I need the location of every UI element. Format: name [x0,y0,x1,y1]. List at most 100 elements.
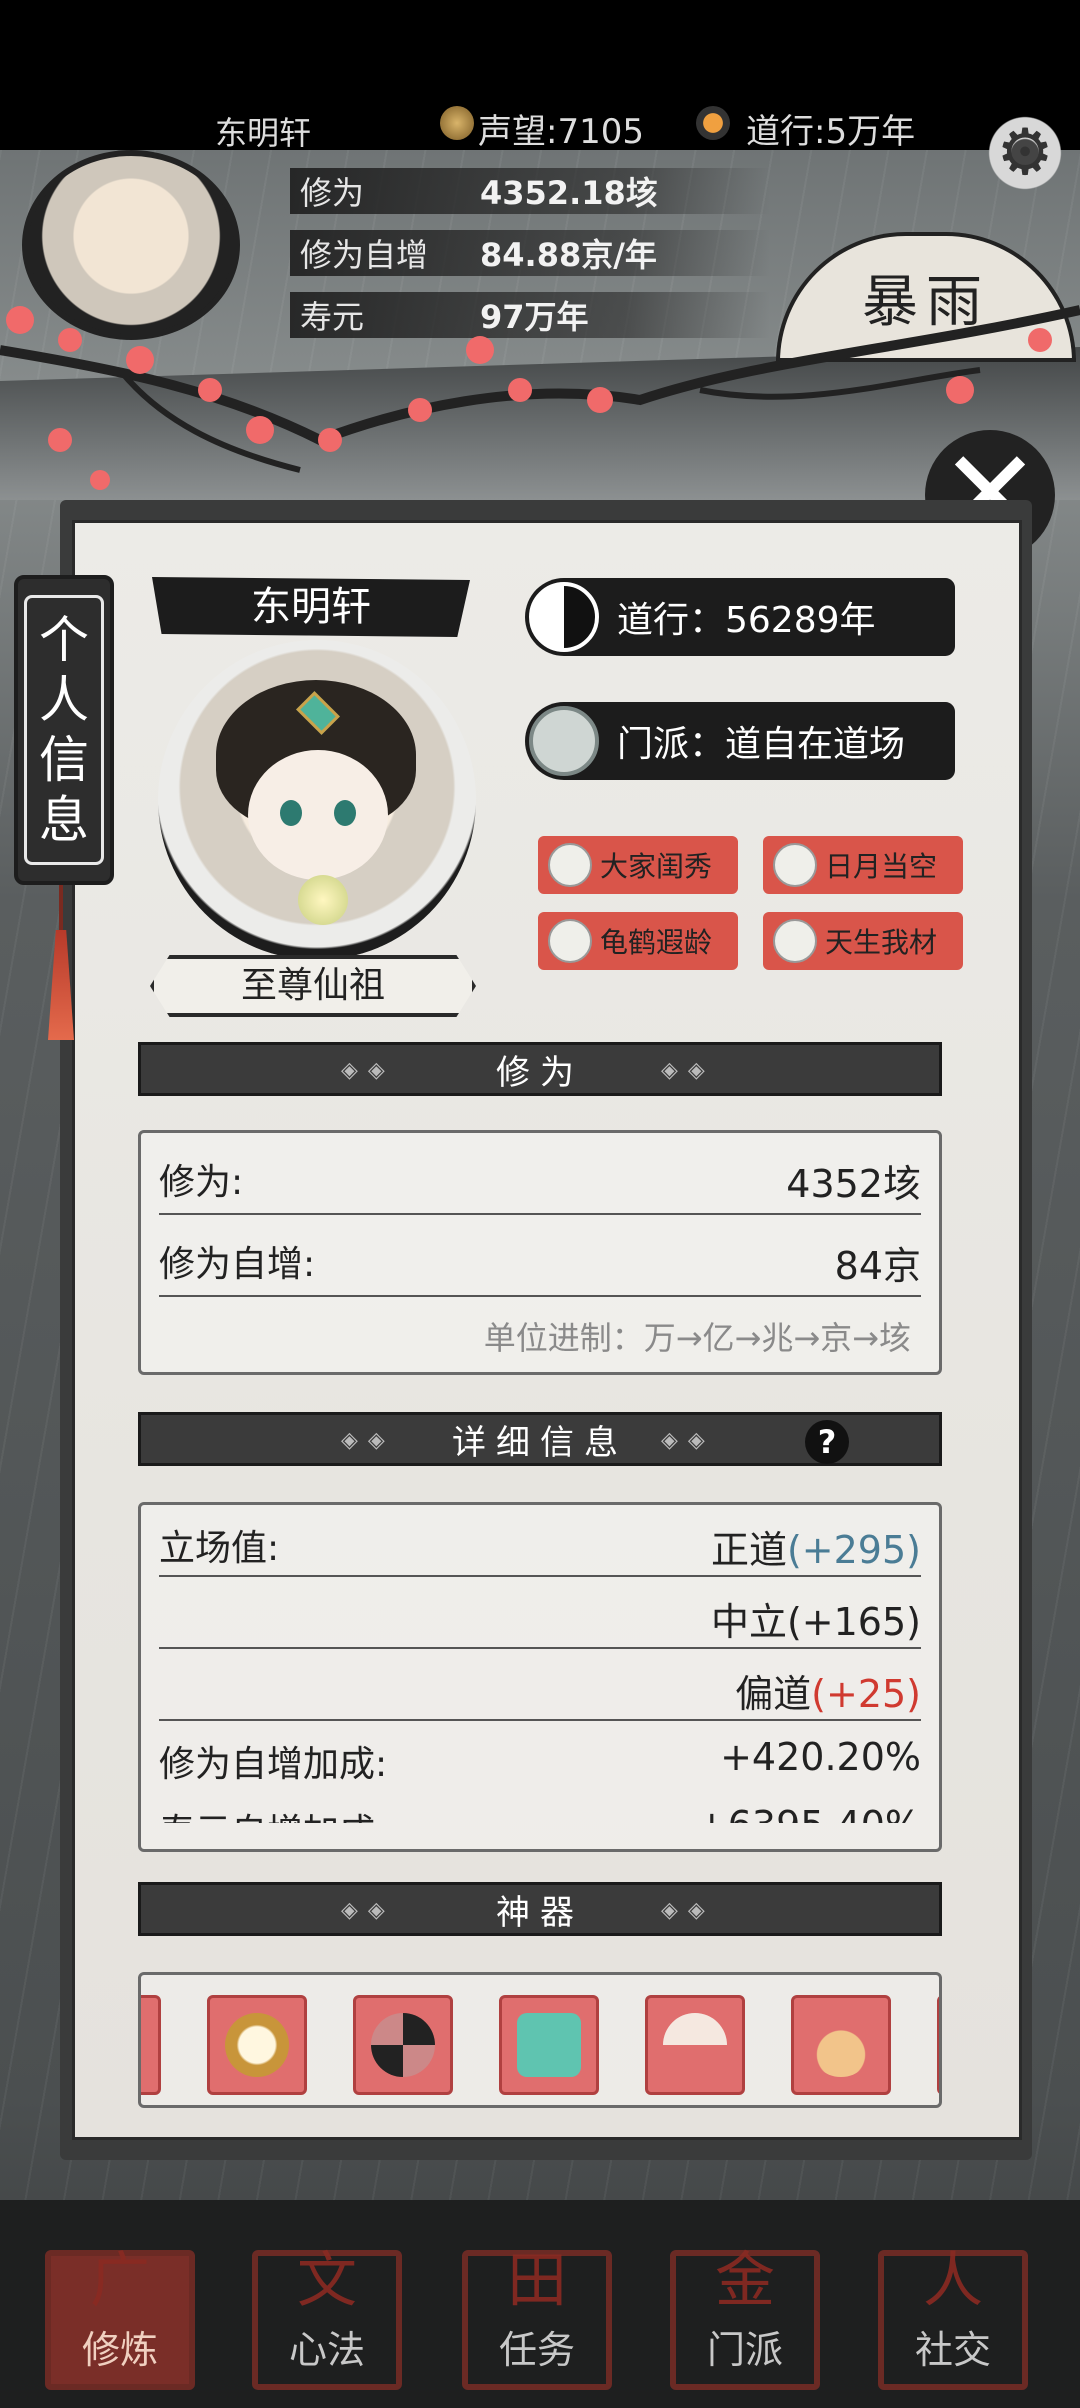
daoxing-text: 道行：56289年 [617,600,876,641]
nav-label: 修炼 [81,2328,158,2372]
unit-hint: 单位进制：万→亿→兆→京→垓 [483,1319,911,1357]
header-ornament: ◈◈ [661,1428,715,1453]
tassel-cord [59,885,63,935]
bag-icon [773,843,817,887]
scroll-icon: ⽂ [297,2246,357,2316]
cultivation-row: 修为: 4352垓 [159,1133,921,1215]
trait-tag[interactable]: 大家闺秀 [538,836,738,894]
row-value: 偏道(+25) [735,1663,921,1718]
side-tab-label: 个人信息 [39,611,89,849]
player-avatar [158,640,476,960]
details-header: ◈◈ 详细信息 ◈◈ ? [138,1412,942,1466]
cultivation-box: 修为: 4352垓 修为自增: 84京 单位进制：万→亿→兆→京→垓 [138,1130,942,1375]
mirror-icon[interactable] [207,1995,307,2095]
blossom-branch-decoration [0,305,1080,490]
header-ornament: ◈◈ [341,1058,395,1083]
stance-delta: (+295) [786,1528,921,1572]
bag-icon [548,919,592,963]
trait-tag[interactable]: 龟鹤遐龄 [538,912,738,970]
yin-yang-icon [529,582,599,652]
sect-temple-icon [529,706,599,776]
row-value: 正道(+295) [711,1519,921,1574]
artifacts-carousel[interactable] [138,1972,942,2108]
bag-icon [548,843,592,887]
trait-label: 天生我材 [825,926,938,959]
yin-yang-coin-icon [696,106,730,140]
stance-row: 中立(+165) [159,1577,921,1649]
gourd-icon[interactable] [791,1995,891,2095]
sect-icon: ⾦ [715,2246,775,2316]
stat-value: 84.88京/年 [480,236,657,274]
section-title: 神器 [496,1892,584,1933]
cutoff-row: 寿元自增加成: +6395.40% [159,1793,921,1823]
daoxing-value: 道行:5万年 [746,112,916,152]
stat-value: 4352.18垓 [480,174,658,212]
bag-icon [773,919,817,963]
stat-cultivation: 修为 4352.18垓 [290,168,770,214]
player-name-banner: 东明轩 [152,577,470,637]
umbrella-icon[interactable] [353,1995,453,2095]
avatar-eye [280,800,302,826]
gear-icon[interactable]: ⚙ [982,110,1068,196]
header-ornament: ◈◈ [341,1898,395,1923]
artifacts-header: ◈◈ 神器 ◈◈ [138,1882,942,1936]
avatar-eye [334,800,356,826]
row-value: +6395.40% [696,1803,921,1823]
task-icon: ⽥ [507,2246,567,2316]
cultivate-icon: ⼴ [90,2246,150,2316]
trait-label: 大家闺秀 [600,850,713,883]
row-value: +420.20% [720,1735,921,1779]
nav-label: 心法 [288,2328,365,2372]
stat-label: 修为 [300,174,365,212]
row-label: 修为自增加成: [159,1744,388,1785]
nav-cultivate[interactable]: ⼴ 修炼 [45,2246,195,2390]
cultivation-rate-row: 修为自增: 84京 [159,1215,921,1297]
nav-method[interactable]: ⽂ 心法 [252,2246,402,2390]
stance-name: 偏道 [735,1672,812,1716]
trait-tag[interactable]: 日月当空 [763,836,963,894]
stat-cultivation-rate: 修为自增 84.88京/年 [290,230,770,276]
nav-label: 任务 [498,2328,575,2372]
nav-tasks[interactable]: ⽥ 任务 [462,2246,612,2390]
section-title: 详细信息 [452,1422,628,1463]
cultivation-header: ◈◈ 修为 ◈◈ [138,1042,942,1096]
row-value: 4352垓 [786,1162,921,1206]
nav-social[interactable]: ⼈ 社交 [878,2246,1028,2390]
nav-label: 社交 [914,2328,991,2372]
reputation-value: 声望:7105 [478,112,644,152]
jade-seal-icon[interactable] [499,1995,599,2095]
row-value: 中立(+165) [711,1591,921,1646]
stance-name: 正道 [710,1528,787,1572]
help-icon[interactable]: ? [805,1420,849,1464]
rank-plate: 至尊仙祖 [150,955,476,1017]
row-label: 寿元自增加成: [159,1803,387,1823]
row-label: 修为自增: [159,1244,316,1285]
trait-label: 龟鹤遐龄 [600,926,713,959]
details-box[interactable]: 立场值: 正道(+295) 中立(+165) 偏道(+25) 修为自增加成: +… [138,1502,942,1852]
side-tab-border: 个人信息 [24,595,104,865]
sect-pill[interactable]: 门派：道自在道场 [525,702,955,780]
stance-row: 偏道(+25) [159,1649,921,1721]
trait-label: 日月当空 [825,850,938,883]
nav-label: 门派 [706,2328,783,2372]
stance-delta: (+25) [811,1672,921,1716]
stance-delta: (+165) [786,1600,921,1644]
row-label: 修为: [159,1162,244,1203]
nav-sect[interactable]: ⾦ 门派 [670,2246,820,2390]
bonus-row: 修为自增加成: +420.20% [159,1721,921,1793]
daoxing-pill: 道行：56289年 [525,578,955,656]
sect-text: 门派：道自在道场 [617,724,906,765]
trait-tag[interactable]: 天生我材 [763,912,963,970]
row-value: 84京 [834,1244,921,1288]
artifact-slot[interactable] [937,1995,939,2095]
section-title: 修为 [496,1052,584,1093]
top-player-name: 东明轩 [215,114,312,152]
avatar-orb [298,875,348,925]
fan-icon[interactable] [645,1995,745,2095]
stance-row: 立场值: 正道(+295) [159,1505,921,1577]
reputation-coin-icon [440,106,474,140]
stat-label: 修为自增 [300,236,429,274]
social-icon: ⼈ [923,2246,983,2316]
artifact-slot[interactable] [141,1995,161,2095]
stance-name: 中立 [710,1600,787,1644]
